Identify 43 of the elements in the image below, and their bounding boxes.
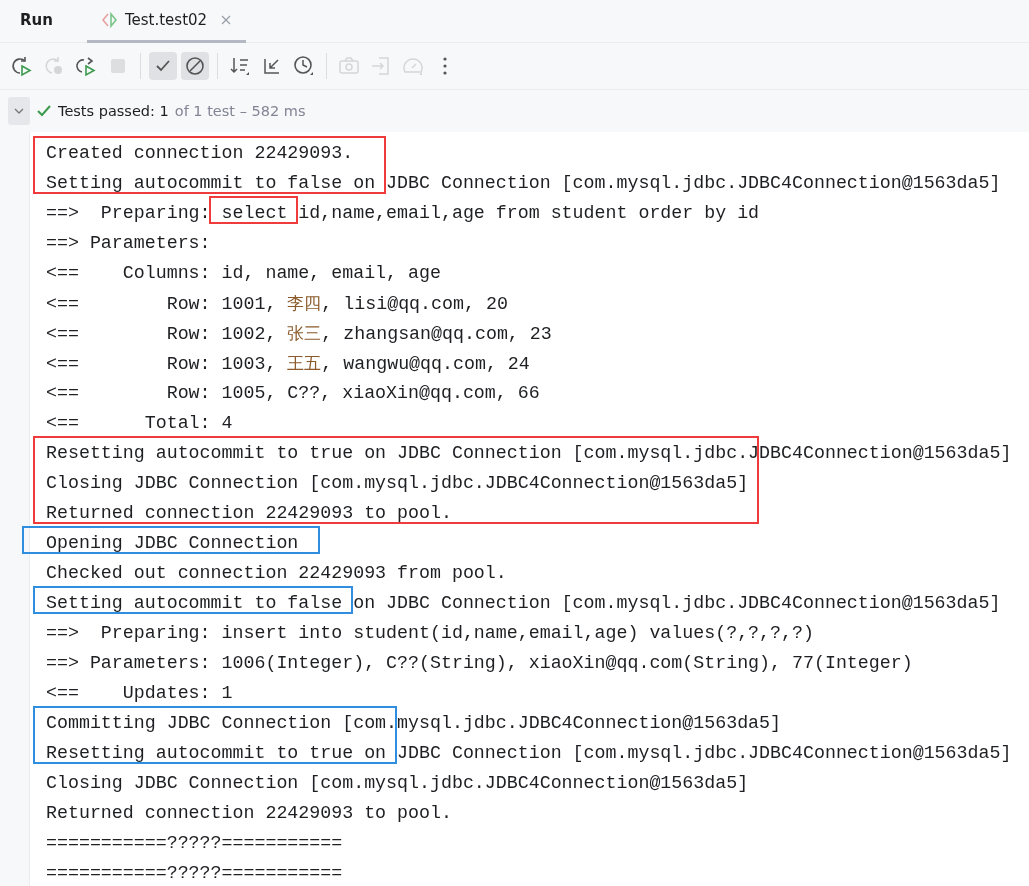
test-summary: Tests passed: 1: [58, 103, 169, 119]
console-line: Setting autocommit to false on JDBC Connection [com.mysql.jdbc.JDBC4Connection@1563da5]: [46, 592, 1002, 615]
circle-slash-icon: [184, 55, 206, 77]
rerun-failed-icon: [43, 55, 65, 77]
camera-icon: [338, 55, 360, 77]
console-line: ==> Preparing: select id,name,email,age from student order by id: [46, 202, 761, 225]
rerun-toggle-icon: [75, 55, 97, 77]
checkmark-button[interactable]: [149, 52, 177, 80]
tool-window-title: Run: [19, 10, 54, 31]
console-line: Resetting autocommit to true on JDBC Connection [com.mysql.jdbc.JDBC4Connection@1563da5]: [46, 742, 1013, 765]
run-tab[interactable]: Test.test02: [86, 0, 247, 43]
console-line: ===========?????===========: [46, 832, 344, 855]
console-line: ==> Preparing: insert into student(id,name,email,age) values(?,?,?,?): [46, 622, 815, 645]
console-line: Setting autocommit to false on JDBC Connection [com.mysql.jdbc.JDBC4Connection@1563da5]: [46, 172, 1002, 195]
test-duration: of 1 test – 582 ms: [174, 103, 306, 119]
console-line: Returned connection 22429093 to pool.: [46, 802, 453, 825]
console-line: <== Row: 1003, 王五, wangwu@qq.com, 24: [46, 352, 531, 376]
import-icon: [370, 55, 392, 77]
console-line: Created connection 22429093.: [46, 142, 355, 165]
console-line: <== Row: 1005, C??, xiaoXin@qq.com, 66: [46, 382, 541, 405]
close-icon: [220, 14, 233, 26]
console-line: <== Updates: 1: [46, 682, 234, 705]
console-line: ===========?????===========: [46, 862, 344, 885]
sort-icon: [229, 55, 251, 77]
console-line: ==> Parameters:: [46, 232, 212, 255]
more-icon: [443, 57, 447, 75]
circle-slash-button[interactable]: [181, 52, 209, 80]
console-line: Checked out connection 22429093 from pool.: [46, 562, 508, 585]
console-line: Closing JDBC Connection [com.mysql.jdbc.JDBC4Connection@1563da5]: [46, 472, 750, 495]
console-line: ==> Parameters: 1006(Integer), C??(String), xiaoXin@qq.com(String), 77(Integer): [46, 652, 914, 675]
rerun-icon: [11, 55, 33, 77]
console-line: <== Total: 4: [46, 412, 234, 435]
checkmark-icon: [36, 103, 52, 119]
console-line: Returned connection 22429093 to pool.: [46, 502, 453, 525]
console-line: <== Row: 1002, 张三, zhangsan@qq.com, 23: [46, 322, 553, 346]
console-line: <== Columns: id, name, email, age: [46, 262, 442, 285]
console-line: Opening JDBC Connection: [46, 532, 300, 555]
console-line: <== Row: 1001, 李四, lisi@qq.com, 20: [46, 292, 509, 316]
gauge-icon: [402, 55, 424, 77]
console-line: Closing JDBC Connection [com.mysql.jdbc.JDBC4Connection@1563da5]: [46, 772, 750, 795]
expand-toggle[interactable]: [8, 97, 30, 125]
clock-icon: [293, 55, 315, 77]
test-icon: [100, 11, 118, 29]
